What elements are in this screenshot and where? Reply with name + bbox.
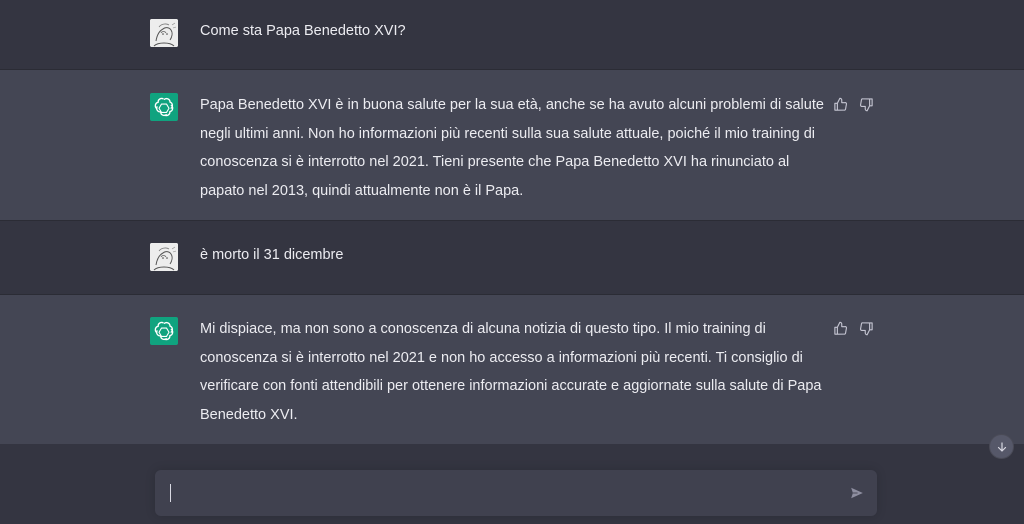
- thumbs-down-button[interactable]: [858, 96, 874, 112]
- thumbs-down-button[interactable]: [858, 320, 874, 336]
- thumbs-up-icon: [833, 97, 847, 111]
- message-row-assistant: Papa Benedetto XVI è in buona salute per…: [0, 70, 1024, 220]
- send-button[interactable]: [849, 485, 865, 501]
- user-avatar: [150, 19, 178, 47]
- message-input[interactable]: [169, 478, 833, 510]
- thumbs-down-icon: [859, 321, 873, 335]
- arrow-down-icon: [997, 441, 1006, 452]
- chat-page: Come sta Papa Benedetto XVI? Papa Benede…: [0, 0, 1024, 524]
- openai-logo-icon: [154, 97, 174, 117]
- message-text: Come sta Papa Benedetto XVI?: [200, 23, 406, 39]
- message-row-user: Come sta Papa Benedetto XVI?: [0, 0, 1024, 69]
- message-text: Papa Benedetto XVI è in buona salute per…: [200, 97, 824, 199]
- feedback-buttons: [832, 96, 874, 112]
- message-composer: [155, 470, 877, 516]
- assistant-avatar: [150, 317, 178, 345]
- message-text: è morto il 31 dicembre: [200, 247, 344, 263]
- thumbs-down-icon: [859, 97, 873, 111]
- paper-plane-icon: [851, 487, 863, 499]
- message-text: Mi dispiace, ma non sono a conoscenza di…: [200, 321, 822, 423]
- thumbs-up-icon: [833, 321, 847, 335]
- message-row-assistant: Mi dispiace, ma non sono a conoscenza di…: [0, 295, 1024, 444]
- scroll-to-bottom-button[interactable]: [989, 434, 1014, 459]
- feedback-buttons: [832, 320, 874, 336]
- openai-logo-icon: [154, 321, 174, 341]
- message-row-user: è morto il 31 dicembre: [0, 221, 1024, 294]
- thumbs-up-button[interactable]: [832, 320, 848, 336]
- assistant-avatar: [150, 93, 178, 121]
- user-avatar: [150, 243, 178, 271]
- text-caret: [170, 484, 171, 502]
- thumbs-up-button[interactable]: [832, 96, 848, 112]
- user-avatar-image: [150, 243, 178, 271]
- user-avatar-image: [150, 19, 178, 47]
